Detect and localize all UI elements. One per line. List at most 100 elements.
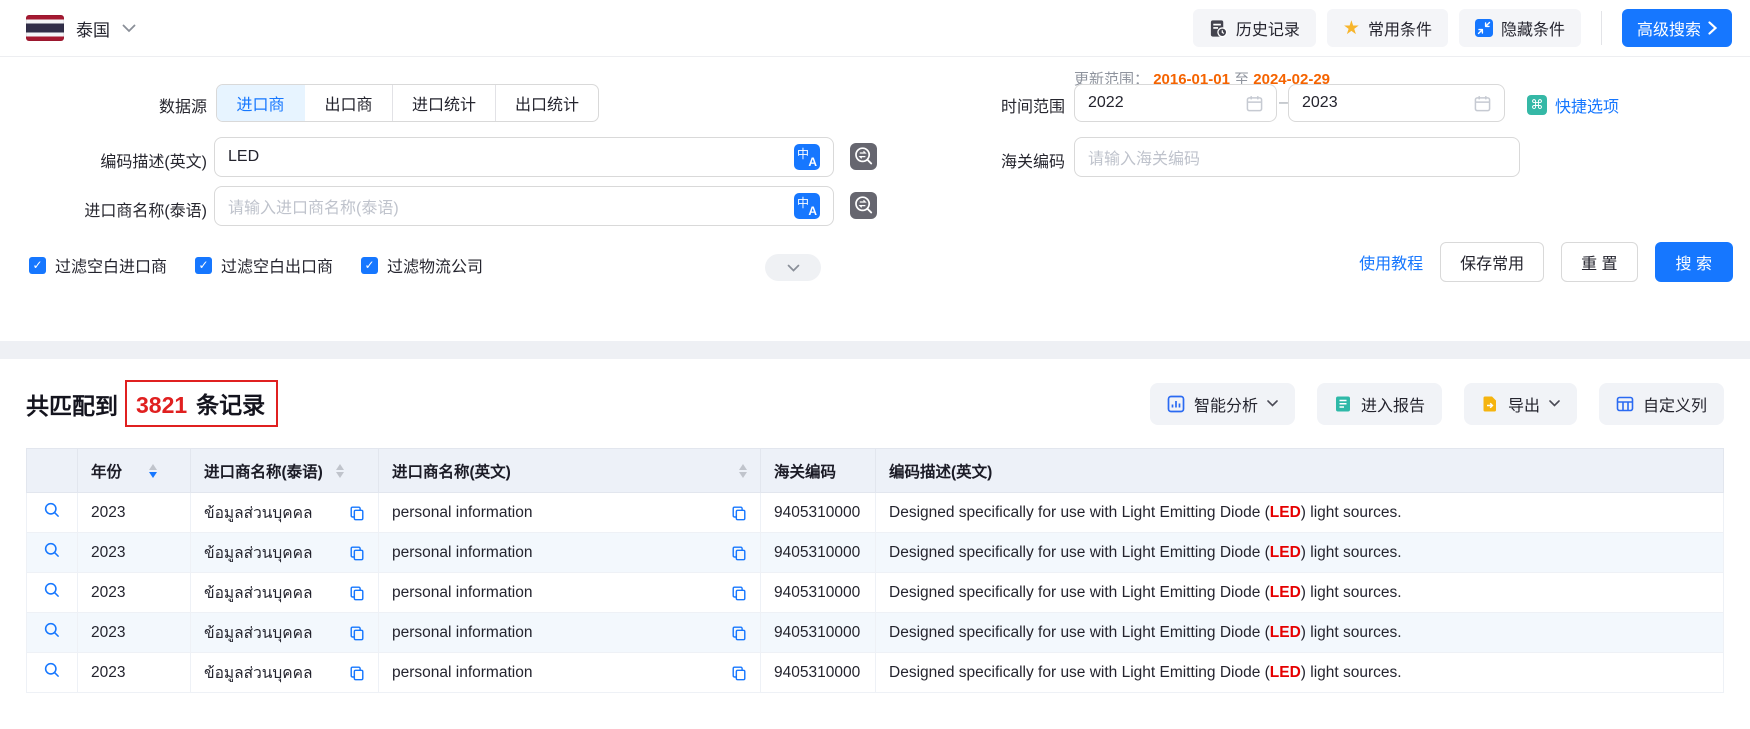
chevron-right-icon: [1708, 21, 1717, 35]
filter-logistics[interactable]: ✓ 过滤物流公司: [361, 253, 483, 277]
results-toolbar: 智能分析 进入报告 导出 自定义列: [1150, 383, 1724, 425]
name-en-cell: personal information: [379, 533, 761, 573]
filter-blank-importer[interactable]: ✓ 过滤空白进口商: [29, 253, 167, 277]
table-row: 2023 ข้อมูลส่วนบุคคล personal informatio…: [27, 613, 1724, 653]
tab-exporter[interactable]: 出口商: [305, 85, 393, 121]
favorites-button[interactable]: ★ 常用条件: [1327, 9, 1448, 47]
desc-cell: Designed specifically for use with Light…: [876, 613, 1724, 653]
reverse-search-icon[interactable]: [850, 192, 877, 219]
history-label: 历史记录: [1236, 16, 1300, 40]
desc-cell: Designed specifically for use with Light…: [876, 533, 1724, 573]
chevron-down-icon: [1549, 400, 1560, 407]
name-en-text: personal information: [392, 624, 532, 642]
tab-export-stats[interactable]: 出口统计: [496, 85, 598, 121]
advanced-search-button[interactable]: 高级搜索: [1622, 9, 1732, 47]
enter-report-button[interactable]: 进入报告: [1317, 383, 1442, 425]
name-th-cell: ข้อมูลส่วนบุคคล: [191, 493, 379, 533]
magnifier-icon[interactable]: [43, 661, 61, 679]
name-en-text: personal information: [392, 504, 532, 522]
tab-import-stats[interactable]: 进口统计: [393, 85, 496, 121]
header-year[interactable]: 年份: [78, 449, 191, 493]
calendar-icon[interactable]: [1474, 95, 1491, 112]
copy-icon[interactable]: [349, 665, 365, 681]
desc-pre: Designed specifically for use with Light…: [889, 624, 1270, 641]
quick-options-label: 快捷选项: [1555, 93, 1619, 117]
sort-name-th[interactable]: [336, 464, 344, 478]
magnifier-icon[interactable]: [43, 621, 61, 639]
search-button[interactable]: 搜 索: [1655, 242, 1733, 282]
copy-icon[interactable]: [731, 665, 747, 681]
copy-icon[interactable]: [349, 625, 365, 641]
hscode-label: 海关编码: [985, 148, 1065, 172]
hscode-cell: 9405310000: [761, 573, 876, 613]
desc-post: ) light sources.: [1301, 544, 1402, 561]
magnifier-icon[interactable]: [43, 501, 61, 519]
copy-icon[interactable]: [349, 505, 365, 521]
date-from-input[interactable]: 2022: [1074, 84, 1277, 122]
results-section: 共匹配到 3821 条记录 智能分析 进入报告 导出: [0, 380, 1750, 693]
expand-form-button[interactable]: [765, 254, 821, 281]
hscode-input[interactable]: 请输入海关编码: [1074, 137, 1520, 177]
history-button[interactable]: 历史记录: [1193, 9, 1316, 47]
copy-icon[interactable]: [731, 625, 747, 641]
date-from-value: 2022: [1088, 94, 1124, 112]
copy-icon[interactable]: [731, 585, 747, 601]
tab-importer[interactable]: 进口商: [217, 85, 305, 121]
name-en-cell: personal information: [379, 573, 761, 613]
header-hscode: 海关编码: [761, 449, 876, 493]
columns-icon: [1616, 395, 1634, 413]
sort-name-en[interactable]: [739, 464, 747, 478]
checkbox-checked-icon[interactable]: ✓: [361, 257, 378, 274]
translate-icon[interactable]: 中A: [794, 144, 820, 170]
header-name-th-label: 进口商名称(泰语): [204, 460, 323, 482]
checkbox-checked-icon[interactable]: ✓: [195, 257, 212, 274]
reset-button[interactable]: 重 置: [1561, 242, 1637, 282]
copy-icon[interactable]: [731, 545, 747, 561]
checkbox-checked-icon[interactable]: ✓: [29, 257, 46, 274]
desc-post: ) light sources.: [1301, 664, 1402, 681]
copy-icon[interactable]: [731, 505, 747, 521]
desc-led-highlight: LED: [1270, 624, 1301, 641]
header-name-th[interactable]: 进口商名称(泰语): [191, 449, 379, 493]
quick-options-button[interactable]: ⌘ 快捷选项: [1527, 93, 1619, 117]
count-highlight-box: 3821 条记录: [125, 380, 278, 427]
detail-cell: [27, 493, 78, 533]
sort-year[interactable]: [149, 464, 157, 478]
copy-icon[interactable]: [349, 585, 365, 601]
table-header-row: 年份 进口商名称(泰语) 进口商名称(英文) 海关编码 编码描述(英文): [27, 449, 1724, 493]
history-icon: [1209, 19, 1228, 38]
desc-post: ) light sources.: [1301, 504, 1402, 521]
export-button[interactable]: 导出: [1464, 383, 1577, 425]
header-name-en[interactable]: 进口商名称(英文): [379, 449, 761, 493]
translate-icon[interactable]: 中A: [794, 193, 820, 219]
hscode-placeholder: 请输入海关编码: [1088, 145, 1200, 169]
report-icon: [1334, 395, 1352, 413]
importer-name-input[interactable]: 请输入进口商名称(泰语) 中A: [214, 186, 834, 226]
desc-post: ) light sources.: [1301, 624, 1402, 641]
table-row: 2023 ข้อมูลส่วนบุคคล personal informatio…: [27, 493, 1724, 533]
filter-blank-exporter[interactable]: ✓ 过滤空白出口商: [195, 253, 333, 277]
desc-cell: Designed specifically for use with Light…: [876, 653, 1724, 693]
code-desc-input[interactable]: LED 中A: [214, 137, 834, 177]
table-row: 2023 ข้อมูลส่วนบุคคล personal informatio…: [27, 573, 1724, 613]
name-en-cell: personal information: [379, 493, 761, 533]
smart-analysis-label: 智能分析: [1194, 392, 1258, 416]
search-form: 更新范围： 2016-01-01 至 2024-02-29 数据源 进口商 出口…: [0, 57, 1750, 341]
magnifier-icon[interactable]: [43, 541, 61, 559]
hide-conditions-button[interactable]: 隐藏条件: [1459, 9, 1581, 47]
country-selector[interactable]: 泰国: [26, 15, 136, 41]
copy-icon[interactable]: [349, 545, 365, 561]
hide-conditions-label: 隐藏条件: [1501, 16, 1565, 40]
custom-columns-button[interactable]: 自定义列: [1599, 383, 1724, 425]
reverse-search-icon[interactable]: [850, 143, 877, 170]
desc-cell: Designed specifically for use with Light…: [876, 573, 1724, 613]
smart-analysis-button[interactable]: 智能分析: [1150, 383, 1295, 425]
calendar-icon[interactable]: [1246, 95, 1263, 112]
magnifier-icon[interactable]: [43, 581, 61, 599]
name-en-text: personal information: [392, 584, 532, 602]
header-detail-col: [27, 449, 78, 493]
save-favorite-button[interactable]: 保存常用: [1440, 242, 1544, 282]
tutorial-link[interactable]: 使用教程: [1359, 250, 1423, 274]
name-th-text: ข้อมูลส่วนบุคคล: [204, 620, 312, 645]
date-to-input[interactable]: 2023: [1288, 84, 1505, 122]
